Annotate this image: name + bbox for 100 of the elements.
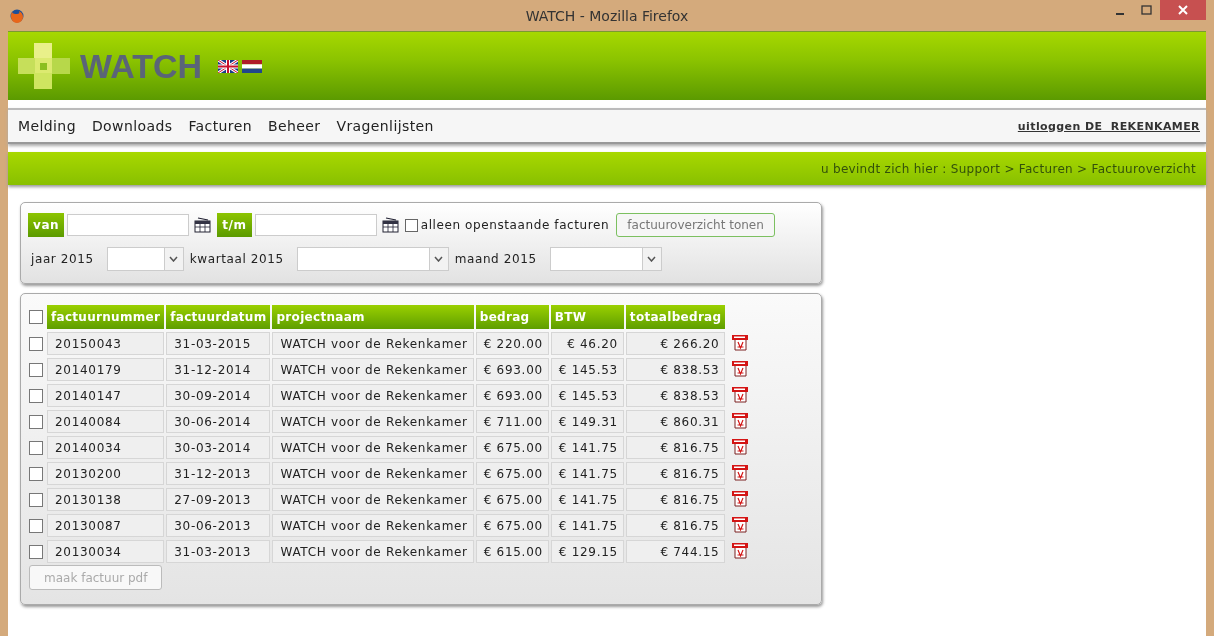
checkbox[interactable] — [29, 336, 43, 351]
table-cell: € 675.00 — [475, 514, 549, 537]
table-cell: WATCH voor de Rekenkamer — [272, 462, 474, 485]
table-cell: 31-12-2014 — [166, 358, 271, 381]
browser-icon — [10, 8, 24, 23]
table-cell: € 675.00 — [475, 488, 549, 511]
checkbox[interactable] — [29, 544, 43, 559]
table-cell: 20130138 — [47, 488, 165, 511]
table-cell: 20140147 — [47, 384, 165, 407]
table-cell: € 149.31 — [550, 410, 624, 433]
pdf-icon[interactable] — [731, 411, 750, 429]
nav-link[interactable]: Vragenlijsten — [336, 118, 434, 134]
checkbox[interactable] — [404, 218, 418, 232]
table-cell: € 675.00 — [475, 462, 549, 485]
table-cell: 30-03-2014 — [166, 436, 271, 459]
column-header[interactable]: projectnaam — [272, 305, 474, 329]
pdf-icon[interactable] — [731, 333, 750, 351]
table-cell: € 145.53 — [550, 384, 624, 407]
table-cell: € 693.00 — [475, 358, 549, 381]
column-header[interactable]: totaalbedrag — [625, 305, 726, 329]
column-header[interactable]: factuurnummer — [47, 305, 165, 329]
calendar-icon[interactable] — [194, 217, 213, 233]
column-header[interactable]: BTW — [550, 305, 624, 329]
checkbox[interactable] — [29, 310, 43, 324]
checkbox[interactable] — [29, 388, 43, 403]
table-cell: € 141.75 — [550, 462, 624, 485]
date-field[interactable] — [254, 214, 377, 236]
table-cell: € 838.53 — [625, 358, 726, 381]
table-cell: 20130034 — [47, 540, 165, 563]
breadcrumb: u bevindt zich hier : Support > Facturen > Factuuroverzicht — [820, 161, 1196, 176]
nav-link[interactable]: Facturen — [188, 118, 252, 134]
table-cell: WATCH voor de Rekenkamer — [272, 332, 474, 355]
maximize-icon — [1141, 5, 1152, 15]
table-cell: WATCH voor de Rekenkamer — [272, 436, 474, 459]
table-cell: 20140179 — [47, 358, 165, 381]
checkbox[interactable] — [29, 440, 43, 455]
table-cell: € 816.75 — [625, 488, 726, 511]
nav-link[interactable]: Melding — [18, 118, 76, 134]
checkbox[interactable] — [29, 362, 43, 377]
table-cell: € 675.00 — [475, 436, 549, 459]
table-cell: WATCH voor de Rekenkamer — [272, 410, 474, 433]
pdf-icon[interactable] — [731, 437, 750, 455]
checkbox[interactable] — [29, 518, 43, 533]
nav-link[interactable]: Beheer — [267, 118, 321, 134]
column-header[interactable]: factuurdatum — [166, 305, 271, 329]
pdf-icon[interactable] — [731, 359, 750, 377]
close-icon — [1178, 5, 1188, 15]
checkbox[interactable] — [29, 414, 43, 429]
select-label: kwartaal 2015 — [189, 252, 284, 266]
table-cell: 20140084 — [47, 410, 165, 433]
show-overview-button[interactable]: factuuroverzicht tonen — [616, 213, 775, 237]
pdf-icon[interactable] — [731, 541, 750, 559]
table-cell: € 141.75 — [550, 488, 624, 511]
pdf-icon[interactable] — [731, 385, 750, 403]
table-cell: € 838.53 — [625, 384, 726, 407]
chevron-down-icon — [434, 256, 444, 262]
field-label: t/m — [217, 213, 252, 237]
pdf-icon[interactable] — [731, 489, 750, 507]
table-cell: WATCH voor de Rekenkamer — [272, 540, 474, 563]
date-field[interactable] — [67, 214, 190, 236]
pdf-icon[interactable] — [731, 515, 750, 533]
select-label: maand 2015 — [454, 252, 537, 266]
checkbox[interactable] — [29, 466, 43, 481]
calendar-icon[interactable] — [381, 217, 400, 233]
table-cell: WATCH voor de Rekenkamer — [272, 358, 474, 381]
table-cell: 31-03-2015 — [166, 332, 271, 355]
table-cell: 30-09-2014 — [166, 384, 271, 407]
table-cell: € 816.75 — [625, 462, 726, 485]
column-header[interactable]: bedrag — [475, 305, 549, 329]
table-cell: € 266.20 — [625, 332, 726, 355]
table-cell: 20150043 — [47, 332, 165, 355]
table-cell: WATCH voor de Rekenkamer — [272, 514, 474, 537]
table-cell: € 129.15 — [550, 540, 624, 563]
table-cell: 30-06-2014 — [166, 410, 271, 433]
close-button[interactable] — [1160, 0, 1206, 20]
nav-link[interactable]: Downloads — [91, 118, 173, 134]
uk-flag-icon[interactable] — [218, 59, 239, 73]
table-cell: € 744.15 — [625, 540, 726, 563]
table-cell: € 693.00 — [475, 384, 549, 407]
window-title: WATCH - Mozilla Firefox — [525, 8, 689, 24]
table-cell: € 615.00 — [475, 540, 549, 563]
pdf-icon[interactable] — [731, 463, 750, 481]
table-cell: € 141.75 — [550, 436, 624, 459]
dutch-flag-icon[interactable] — [242, 59, 263, 73]
chevron-down-icon — [169, 256, 179, 262]
table-cell: 20130200 — [47, 462, 165, 485]
table-cell: WATCH voor de Rekenkamer — [272, 384, 474, 407]
table-cell: WATCH voor de Rekenkamer — [272, 488, 474, 511]
logout-link[interactable]: uitloggen DE REKENKAMER — [1017, 119, 1200, 133]
checkbox[interactable] — [29, 492, 43, 507]
table-cell: € 711.00 — [475, 410, 549, 433]
table-cell: € 816.75 — [625, 436, 726, 459]
table-cell: € 220.00 — [475, 332, 549, 355]
logo-text: WATCH — [80, 46, 203, 86]
table-cell: € 46.20 — [550, 332, 624, 355]
table-cell: € 145.53 — [550, 358, 624, 381]
logo-icon — [18, 43, 70, 89]
table-cell: 30-06-2013 — [166, 514, 271, 537]
table-cell: € 860.31 — [625, 410, 726, 433]
table-cell: 31-12-2013 — [166, 462, 271, 485]
